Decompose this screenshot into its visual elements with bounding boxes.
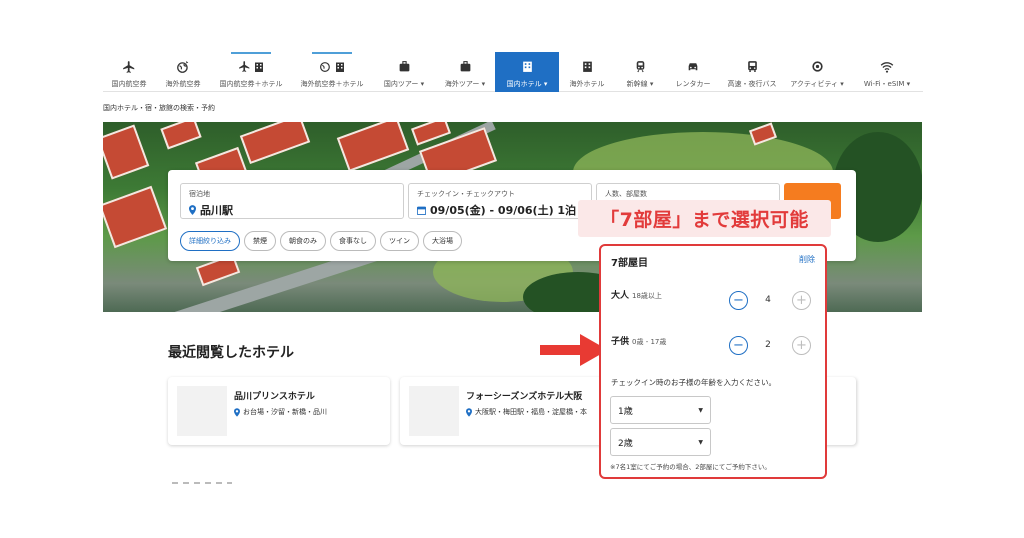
globe-hotel-icon (319, 59, 346, 74)
hotel-thumbnail (409, 386, 459, 436)
nav-intl-tours[interactable]: 海外ツアー ▾ (435, 52, 495, 92)
children-decrement-button[interactable]: − (729, 336, 748, 355)
activity-icon (811, 59, 824, 74)
child-age-select-1[interactable]: 1歳 ▼ (610, 396, 711, 424)
children-count: 2 (765, 340, 771, 350)
suitcase-icon (398, 59, 411, 74)
nav-shinkansen[interactable]: 新幹線 ▾ (615, 52, 665, 92)
nav-domestic-flights[interactable]: 国内航空券 (103, 52, 155, 92)
hotel-thumbnail (177, 386, 227, 436)
hotel-name: 品川プリンスホテル (234, 392, 315, 402)
car-icon (686, 59, 700, 74)
location-pin-icon (189, 205, 196, 215)
filter-chip-bath[interactable]: 大浴場 (423, 231, 462, 251)
recent-hotels-title: 最近閲覧したホテル (168, 345, 294, 361)
nav-bus[interactable]: 高速・夜行バス (721, 52, 783, 92)
destination-field[interactable]: 宿泊地 品川駅 (180, 183, 404, 219)
calendar-icon (417, 206, 426, 215)
page: 国内航空券 海外航空券 国内航空券＋ホテル 海外航空券＋ホテル 国内ツアー ▾ … (0, 0, 1024, 538)
hotel-icon (581, 59, 594, 74)
room-note: ※7名1室にてご予約の場合、2部屋にてご予約下さい。 (610, 463, 771, 471)
train-icon (634, 59, 647, 74)
filter-chip-twin[interactable]: ツイン (380, 231, 419, 251)
room-title: 7部屋目 (611, 258, 648, 269)
adults-count: 4 (765, 295, 771, 305)
adults-label: 大人 18歳以上 (611, 291, 662, 301)
plane-hotel-icon (238, 59, 265, 74)
nav-rental-car[interactable]: レンタカー (665, 52, 721, 92)
location-pin-icon (234, 407, 240, 417)
hotel-location: お台場・汐留・新橋・品川 (234, 407, 327, 417)
recent-hotel-card[interactable]: フォーシーズンズホテル大阪 大阪駅・梅田駅・福島・淀屋橋・本 (400, 377, 622, 445)
adults-increment-button[interactable]: + (792, 291, 811, 310)
caret-down-icon: ▼ (698, 406, 703, 414)
children-label: 子供 0歳 - 17歳 (611, 337, 667, 347)
callout-banner: 「7部屋」まで選択可能 (578, 200, 831, 237)
nav-domestic-hotels[interactable]: 国内ホテル ▾ (495, 52, 559, 92)
breadcrumb: 国内ホテル・宿・旅館の検索・予約 (103, 104, 215, 112)
hotel-name: フォーシーズンズホテル大阪 (466, 392, 583, 402)
child-age-instruction: チェックイン時のお子様の年齢を入力ください。 (611, 378, 776, 387)
nav-intl-hotels[interactable]: 海外ホテル (559, 52, 615, 92)
child-age-select-2[interactable]: 2歳 ▼ (610, 428, 711, 456)
bus-icon (746, 59, 759, 74)
filter-chip-breakfast[interactable]: 朝食のみ (280, 231, 326, 251)
filter-chip-no-meal[interactable]: 食事なし (330, 231, 376, 251)
nav-activities[interactable]: アクティビティ ▾ (783, 52, 851, 92)
date-value: 09/05(金) - 09/06(土) 1泊 (430, 204, 577, 217)
children-increment-button[interactable]: + (792, 336, 811, 355)
filter-chips: 詳細絞り込み 禁煙 朝食のみ 食事なし ツイン 大浴場 (180, 231, 462, 251)
recent-hotel-card[interactable]: 品川プリンスホテル お台場・汐留・新橋・品川 (168, 377, 390, 445)
delete-room-link[interactable]: 削除 (799, 254, 815, 265)
date-field[interactable]: チェックイン・チェックアウト 09/05(金) - 09/06(土) 1泊 (408, 183, 592, 219)
hotel-icon (521, 59, 534, 74)
filter-chip-details[interactable]: 詳細絞り込み (180, 231, 240, 251)
nav-intl-flights[interactable]: 海外航空券 (155, 52, 211, 92)
filter-chip-nonsmoking[interactable]: 禁煙 (244, 231, 276, 251)
caret-down-icon: ▼ (698, 438, 703, 446)
globe-plane-icon (176, 59, 190, 74)
adults-decrement-button[interactable]: − (729, 291, 748, 310)
airplane-icon (122, 59, 136, 74)
carousel-indicator (172, 482, 232, 484)
location-pin-icon (466, 407, 472, 417)
nav-wifi-esim[interactable]: Wi-Fi・eSIM ▾ (851, 52, 923, 92)
nav-domestic-flight-hotel[interactable]: 国内航空券＋ホテル (211, 52, 291, 92)
suitcase-icon (459, 59, 472, 74)
destination-value: 品川駅 (200, 204, 233, 217)
wifi-icon (880, 59, 894, 74)
room-guest-panel: 7部屋目 削除 大人 18歳以上 − 4 + 子供 0歳 - 17歳 − 2 + チ… (599, 244, 827, 479)
nav-intl-flight-hotel[interactable]: 海外航空券＋ホテル (291, 52, 373, 92)
hotel-location: 大阪駅・梅田駅・福島・淀屋橋・本 (466, 407, 587, 417)
top-nav: 国内航空券 海外航空券 国内航空券＋ホテル 海外航空券＋ホテル 国内ツアー ▾ … (103, 52, 923, 92)
nav-domestic-tours[interactable]: 国内ツアー ▾ (373, 52, 435, 92)
